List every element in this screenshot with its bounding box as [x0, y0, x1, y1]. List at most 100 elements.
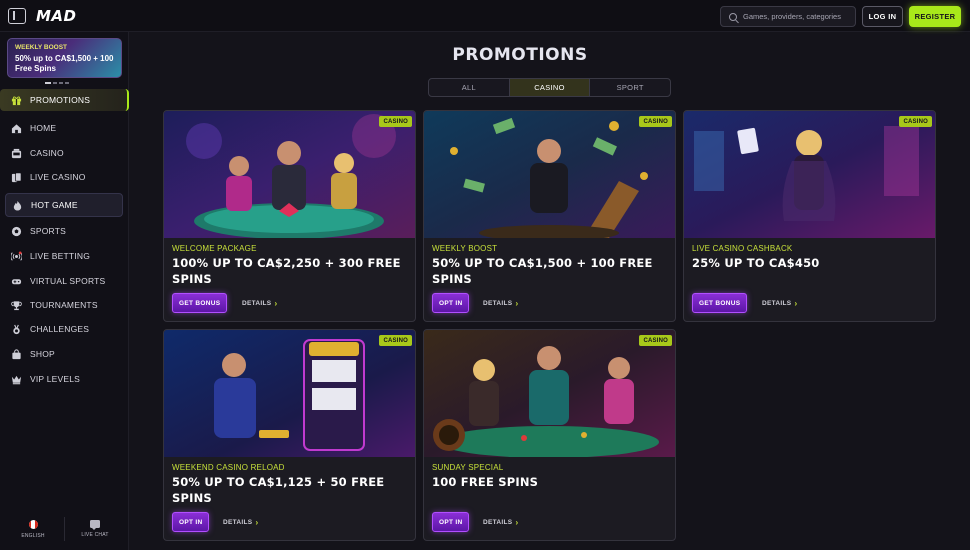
sidebar-toggle-icon[interactable]	[8, 8, 26, 24]
opt-in-button[interactable]: OPT IN	[172, 512, 210, 532]
sidebar-item-label: SHOP	[30, 349, 55, 359]
promo-category: WEEKEND CASINO RELOAD	[172, 463, 285, 472]
sidebar-item-live-casino[interactable]: LIVE CASINO	[5, 166, 123, 188]
sidebar-item-label: VIP LEVELS	[30, 374, 81, 384]
details-label: DETAILS	[242, 300, 272, 307]
promo-headline: 100% UP TO CA$2,250 + 300 FREE SPINS	[172, 256, 401, 286]
sidebar-item-vip-levels[interactable]: VIP LEVELS	[5, 368, 123, 390]
chevron-right-icon: ›	[794, 299, 798, 308]
chevron-right-icon: ›	[274, 299, 278, 308]
get-bonus-button[interactable]: GET BONUS	[692, 293, 748, 313]
promo-headline: 25% UP TO CA$450	[692, 256, 820, 270]
sidebar-item-sports[interactable]: SPORTS	[5, 220, 123, 242]
details-label: DETAILS	[223, 519, 253, 526]
canada-flag-icon	[28, 520, 38, 529]
details-label: DETAILS	[762, 300, 792, 307]
page-title: PROMOTIONS	[452, 45, 588, 65]
casino-badge: CASINO	[639, 116, 672, 127]
weekly-boost-banner[interactable]: WEEKLY BOOST 50% up to CA$1,500 + 100 Fr…	[7, 38, 122, 78]
top-bar: MAD LOG IN REGISTER	[0, 0, 970, 32]
chevron-right-icon: ›	[515, 518, 519, 527]
casino-icon	[11, 148, 22, 159]
casino-badge: CASINO	[379, 335, 412, 346]
promo-image: CASINO	[424, 330, 675, 457]
promo-card-weekly-boost[interactable]: CASINO WEEKLY BOOST 50% UP TO CA$1,500 +…	[423, 110, 676, 322]
ball-icon	[11, 226, 22, 237]
details-link[interactable]: DETAILS ›	[483, 299, 518, 308]
sidebar-item-tournaments[interactable]: TOURNAMENTS	[5, 294, 123, 316]
medal-icon	[11, 324, 22, 335]
promo-card-cashback[interactable]: CASINO LIVE CASINO CASHBACK 25% UP TO CA…	[683, 110, 936, 322]
details-link[interactable]: DETAILS ›	[242, 299, 277, 308]
sidebar-item-label: HOME	[30, 123, 57, 133]
casino-badge: CASINO	[379, 116, 412, 127]
bag-icon	[11, 348, 22, 360]
sidebar-item-label: TOURNAMENTS	[30, 300, 98, 310]
promo-image: CASINO	[684, 111, 935, 238]
search-icon	[729, 12, 737, 21]
flame-icon	[12, 200, 23, 211]
promo-image: CASINO	[164, 330, 415, 457]
get-bonus-button[interactable]: GET BONUS	[172, 293, 228, 313]
sidebar-item-shop[interactable]: SHOP	[5, 343, 123, 365]
chevron-right-icon: ›	[255, 518, 259, 527]
sidebar: WEEKLY BOOST 50% up to CA$1,500 + 100 Fr…	[0, 32, 129, 550]
promo-card-sunday-special[interactable]: CASINO SUNDAY SPECIAL 100 FREE SPINS OPT…	[423, 329, 676, 541]
promo-image: CASINO	[164, 111, 415, 238]
login-button[interactable]: LOG IN	[862, 6, 903, 27]
language-label: ENGLISH	[21, 533, 45, 539]
chat-icon	[90, 520, 100, 530]
trophy-icon	[11, 300, 22, 311]
details-link[interactable]: DETAILS ›	[483, 518, 518, 527]
casino-badge: CASINO	[639, 335, 672, 346]
promo-category: LIVE CASINO CASHBACK	[692, 244, 793, 253]
boost-title: WEEKLY BOOST	[15, 44, 68, 51]
tab-sport[interactable]: SPORT	[590, 79, 670, 96]
sidebar-item-home[interactable]: HOME	[5, 117, 123, 139]
gamepad-icon	[11, 276, 22, 287]
promo-card-weekend-reload[interactable]: CASINO WEEKEND CASINO RELOAD 50% UP TO C…	[163, 329, 416, 541]
sidebar-item-casino[interactable]: CASINO	[5, 142, 123, 164]
promo-tabs: ALL CASINO SPORT	[428, 78, 671, 97]
register-button[interactable]: REGISTER	[909, 6, 961, 27]
tab-casino[interactable]: CASINO	[508, 79, 591, 96]
details-link[interactable]: DETAILS ›	[762, 299, 797, 308]
sidebar-item-promotions[interactable]: PROMOTIONS	[0, 89, 129, 111]
boost-text: 50% up to CA$1,500 + 100 Free Spins	[15, 54, 114, 73]
sidebar-item-live-betting[interactable]: LIVE BETTING	[5, 245, 123, 267]
sidebar-item-label: SPORTS	[30, 226, 66, 236]
sidebar-item-label: VIRTUAL SPORTS	[30, 276, 106, 286]
casino-badge: CASINO	[899, 116, 932, 127]
opt-in-button[interactable]: OPT IN	[432, 293, 470, 313]
promo-headline: 50% UP TO CA$1,500 + 100 FREE SPINS	[432, 256, 653, 286]
opt-in-button[interactable]: OPT IN	[432, 512, 470, 532]
promo-category: WELCOME PACKAGE	[172, 244, 257, 253]
sidebar-item-hot-game[interactable]: HOT GAME	[5, 193, 123, 217]
live-chat-label: LIVE CHAT	[81, 532, 109, 538]
sidebar-item-virtual-sports[interactable]: VIRTUAL SPORTS	[5, 270, 123, 292]
sidebar-item-label: CHALLENGES	[30, 324, 90, 334]
cards-icon	[11, 172, 22, 183]
live-icon	[11, 250, 22, 262]
site-logo[interactable]: MAD	[36, 7, 77, 25]
tab-all[interactable]: ALL	[429, 79, 509, 96]
promo-category: SUNDAY SPECIAL	[432, 463, 504, 472]
sidebar-item-challenges[interactable]: CHALLENGES	[5, 318, 123, 340]
promo-headline: 50% UP TO CA$1,125 + 50 FREE SPINS	[172, 475, 385, 505]
search-input[interactable]	[743, 12, 853, 21]
sidebar-item-label: PROMOTIONS	[30, 95, 91, 105]
live-chat-button[interactable]: LIVE CHAT	[80, 520, 110, 538]
sidebar-footer: ENGLISH LIVE CHAT	[0, 515, 129, 550]
sidebar-item-label: LIVE CASINO	[30, 172, 86, 182]
banner-pagination[interactable]	[45, 82, 69, 84]
home-icon	[11, 123, 22, 134]
sidebar-item-label: LIVE BETTING	[30, 251, 91, 261]
footer-divider	[64, 517, 65, 541]
sidebar-item-label: HOT GAME	[31, 200, 78, 210]
promo-card-welcome[interactable]: CASINO WELCOME PACKAGE 100% UP TO CA$2,2…	[163, 110, 416, 322]
promo-category: WEEKLY BOOST	[432, 244, 498, 253]
language-switcher[interactable]: ENGLISH	[18, 520, 48, 539]
search-box[interactable]	[720, 6, 856, 27]
details-label: DETAILS	[483, 300, 513, 307]
details-link[interactable]: DETAILS ›	[223, 518, 258, 527]
